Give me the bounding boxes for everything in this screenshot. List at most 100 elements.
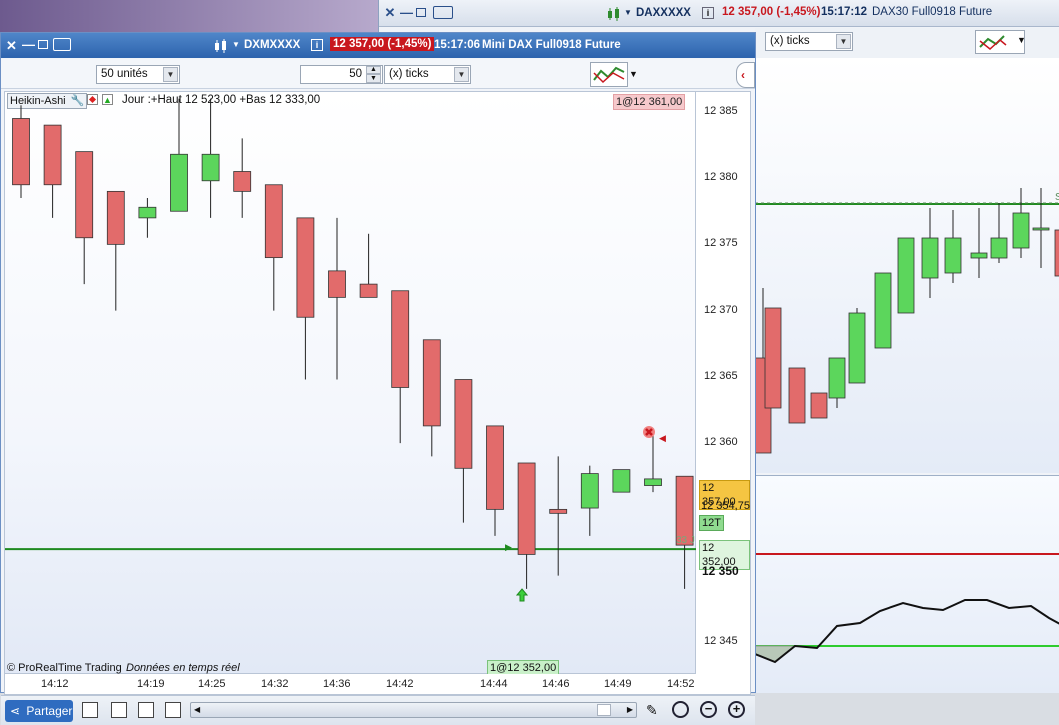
scroll-thumb[interactable] <box>597 704 611 716</box>
back-candle-body <box>970 252 988 259</box>
chevron-down-icon[interactable]: ▼ <box>232 40 240 49</box>
price-tick-label: 12 385 <box>704 104 738 117</box>
cross-marker-icon <box>643 426 655 438</box>
time-tick-label: 14:42 <box>386 678 414 690</box>
indicator-button[interactable] <box>590 62 628 87</box>
candle-body <box>549 508 568 514</box>
time-tick-label: 14:36 <box>323 678 351 690</box>
time-tick-label: 14:25 <box>198 678 226 690</box>
front-instrument[interactable]: DXMXXXX <box>244 39 300 51</box>
units-select-label: 50 unités <box>101 68 148 80</box>
marker-label: 33 J <box>676 535 695 546</box>
back-partial-label: S <box>1055 192 1059 203</box>
candlestick-icon <box>215 39 226 53</box>
units-select[interactable]: 50 unités ▼ <box>96 65 180 84</box>
chevron-down-icon[interactable]: ▼ <box>163 67 178 82</box>
maximize-icon[interactable] <box>38 40 48 49</box>
time-axis[interactable]: 14:12 14:19 14:25 14:32 14:36 14:42 14:44 14:46… <box>4 674 751 695</box>
candle-body <box>201 153 220 182</box>
candle-body <box>359 283 378 298</box>
stepper-up-icon[interactable]: ▲ <box>366 66 381 74</box>
back-candle-body <box>897 237 915 314</box>
back-candle-body <box>921 237 939 279</box>
front-window-titlebar[interactable]: ✕ — ▼ DXMXXXX i 12 357,00 (-1,45%) 15:17… <box>1 33 755 58</box>
bars-icon[interactable] <box>165 702 181 718</box>
pen-icon[interactable]: ✎ <box>646 702 658 719</box>
chevron-down-icon[interactable]: ▼ <box>624 8 632 17</box>
back-description: DAX30 Full0918 Future <box>872 6 993 18</box>
ticks-value[interactable]: 50 <box>349 68 362 80</box>
close-icon[interactable]: ✕ <box>384 6 396 19</box>
keyboard-icon[interactable] <box>433 6 453 19</box>
candle-body <box>75 151 94 239</box>
zoom-out-icon[interactable]: − <box>700 701 717 718</box>
candle-body <box>391 290 410 388</box>
time-tick-label: 14:44 <box>480 678 508 690</box>
maximize-icon[interactable] <box>416 8 426 17</box>
chevron-down-icon[interactable]: ▼ <box>1017 35 1026 45</box>
back-candles: S <box>754 188 1059 454</box>
zoom-in-icon[interactable]: + <box>728 701 745 718</box>
back-candle-body <box>764 307 782 409</box>
time-tick-label: 14:12 <box>41 678 69 690</box>
front-price-badge: 12 357,00 (-1,45%) <box>330 37 435 51</box>
indicator-fill <box>754 645 797 663</box>
zoom-fit-icon[interactable] <box>672 701 689 718</box>
back-window-titlebar[interactable]: ✕ — ▼ DAXXXXX i 12 357,00 (-1,45%) 15:17… <box>379 0 1059 27</box>
back-candle-body <box>788 367 806 424</box>
chevron-down-icon[interactable]: ▼ <box>836 34 851 49</box>
table-icon[interactable] <box>138 702 154 718</box>
candle-body <box>454 379 473 469</box>
price-tick-label: 12 370 <box>704 303 738 316</box>
back-time: 15:17:12 <box>821 6 868 18</box>
price-axis[interactable]: 12 385 12 380 12 375 12 370 12 365 12 360 12 3… <box>696 91 751 674</box>
scroll-left-icon[interactable]: ◀ <box>194 705 200 714</box>
chevron-down-icon[interactable]: ▼ <box>454 67 469 82</box>
price-tick-label: 12 375 <box>704 237 738 250</box>
indicator-line <box>754 599 1059 664</box>
back-price-chart[interactable]: S <box>754 58 1059 473</box>
back-toolbar: (x) ticks ▼ ▼ <box>755 28 1059 58</box>
back-candle-body <box>990 237 1008 259</box>
front-toolbar: 50 unités ▼ 50 ▲ ▼ (x) ticks ▼ ▼ ‹ <box>1 59 755 89</box>
candle-body <box>138 206 157 219</box>
list-icon[interactable] <box>111 702 127 718</box>
label-12t: 12T <box>699 515 724 531</box>
back-candle-body <box>944 237 962 274</box>
grid-icon[interactable] <box>82 702 98 718</box>
candle-body <box>422 339 441 427</box>
back-indicator-panel[interactable] <box>754 475 1059 693</box>
chevron-down-icon[interactable]: ▼ <box>629 69 638 79</box>
candle-body <box>517 462 536 555</box>
candlestick-icon <box>608 7 619 21</box>
ticks-stepper[interactable]: 50 ▲ ▼ <box>300 65 383 84</box>
price-tick-label: 12 365 <box>704 369 738 382</box>
close-icon[interactable]: ✕ <box>6 38 17 54</box>
time-tick-label: 14:32 <box>261 678 289 690</box>
minimize-icon[interactable]: — <box>400 6 413 19</box>
back-ticks-select[interactable]: (x) ticks ▼ <box>765 32 853 51</box>
stepper-down-icon[interactable]: ▼ <box>366 74 381 83</box>
front-ticks-select[interactable]: (x) ticks ▼ <box>384 65 471 84</box>
info-icon[interactable]: i <box>311 39 323 51</box>
keyboard-icon[interactable] <box>53 38 71 51</box>
candle-body <box>486 425 504 510</box>
time-tick-label: 14:46 <box>542 678 570 690</box>
candle-body <box>296 217 315 318</box>
minimize-icon[interactable]: — <box>22 37 35 52</box>
price-chart-plot[interactable]: Heikin-Ashi 🔧 ▲ Jour :+Haut 12 523,00 +B… <box>4 91 697 676</box>
info-icon[interactable]: i <box>702 7 714 19</box>
back-candle-body <box>1012 212 1030 249</box>
share-button[interactable]: ⋖ Partager <box>5 700 73 722</box>
candle-body <box>580 473 599 509</box>
scroll-right-icon[interactable]: ▶ <box>627 705 633 714</box>
price-tick-label: 12 345 <box>704 634 738 647</box>
marker-right-icon: ▶ <box>505 542 512 552</box>
front-chart-window[interactable]: ✕ — ▼ DXMXXXX i 12 357,00 (-1,45%) 15:17… <box>0 32 756 725</box>
collapse-panel-button[interactable]: ‹ <box>736 62 755 88</box>
candle-body <box>612 469 631 493</box>
back-candle-body <box>1032 227 1050 231</box>
back-instrument[interactable]: DAXXXXX <box>636 7 691 19</box>
price-tick-label: 12 380 <box>704 171 738 184</box>
horizontal-scrollbar[interactable]: ◀ ▶ <box>190 702 637 718</box>
